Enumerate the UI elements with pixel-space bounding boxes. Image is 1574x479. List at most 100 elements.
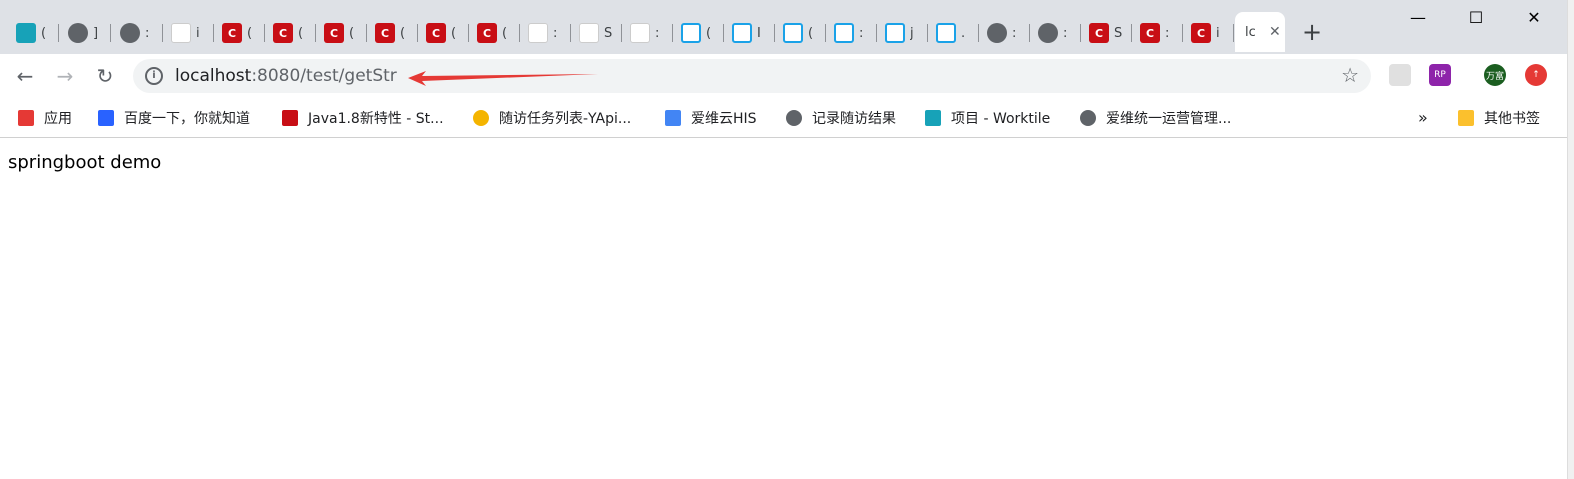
other-bookmarks[interactable]: 其他书签 [1458, 108, 1540, 128]
tab-title: i [196, 25, 200, 41]
bookmark-item[interactable]: 随访任务列表-YApi... [473, 108, 631, 128]
back-button[interactable]: ← [13, 64, 37, 88]
worktile-icon [16, 23, 36, 43]
csdn-icon [1140, 23, 1160, 43]
close-icon[interactable]: ✕ [1269, 24, 1281, 40]
bookmark-star-icon[interactable]: ☆ [1341, 63, 1359, 87]
page-icon [171, 23, 191, 43]
tab-title: lc [1245, 24, 1256, 40]
tab-strip: lc ✕ + — ☐ ✕ (]: i ((((((: S: (I (: j.:: S: i [0, 0, 1574, 54]
bookmark-label: 应用 [44, 111, 72, 127]
info-icon[interactable]: i [145, 67, 163, 85]
csdn-icon [426, 23, 446, 43]
tab-title: : [553, 25, 558, 41]
globe-icon [786, 110, 802, 126]
tab[interactable]: ( [214, 14, 265, 52]
ext-wanfu-icon[interactable]: 万富 [1484, 64, 1506, 86]
tab[interactable]: j [877, 14, 928, 52]
tab[interactable]: : [622, 14, 673, 52]
tab-title: : [859, 25, 864, 41]
maximize-button[interactable]: ☐ [1466, 8, 1486, 27]
csdn-icon [324, 23, 344, 43]
bookmark-item[interactable]: 百度一下，你就知道 [98, 108, 250, 128]
ext-rp-icon[interactable]: RP [1429, 64, 1451, 86]
tab-title: ( [502, 25, 508, 41]
bilibili-icon [885, 23, 905, 43]
tab-title: ( [41, 25, 47, 41]
bilibili-icon [783, 23, 803, 43]
tab[interactable]: S [571, 14, 622, 52]
window-close-button[interactable]: ✕ [1524, 8, 1544, 27]
window-edge [1567, 0, 1574, 479]
tab[interactable]: : [1132, 14, 1183, 52]
tab-title: : [145, 25, 150, 41]
tab[interactable]: ( [673, 14, 724, 52]
csdn-icon [282, 110, 298, 126]
bookmark-label: 记录随访结果 [812, 111, 896, 127]
tab-active[interactable]: lc ✕ [1235, 12, 1285, 52]
tab-title: I [757, 25, 761, 41]
address-bar[interactable]: i localhost:8080/test/getStr ☆ [133, 59, 1371, 93]
tab[interactable]: ( [265, 14, 316, 52]
globe-icon [68, 23, 88, 43]
tab-title: : [1012, 25, 1017, 41]
script-icon [579, 23, 599, 43]
tab-title: : [655, 25, 660, 41]
globe-icon [120, 23, 140, 43]
ext-gray-icon[interactable] [1389, 64, 1411, 86]
tab[interactable]: i [163, 14, 214, 52]
tab[interactable]: ] [60, 14, 111, 52]
reload-button[interactable]: ↻ [93, 64, 117, 88]
forward-button[interactable]: → [53, 64, 77, 88]
csdn-icon [375, 23, 395, 43]
bookmark-item[interactable]: 爱维云HIS [665, 108, 757, 128]
ext-red-icon[interactable]: ↑ [1525, 64, 1547, 86]
url-path: :8080/test/getStr [251, 66, 397, 86]
tab[interactable]: ( [8, 14, 59, 52]
bookmark-label: 爱维统一运营管理... [1106, 111, 1232, 127]
tab[interactable]: ( [316, 14, 367, 52]
tab[interactable]: S [1081, 14, 1132, 52]
globe-icon [1080, 110, 1096, 126]
bookmark-item[interactable]: 项目 - Worktile [925, 108, 1050, 128]
tab-title: ( [247, 25, 253, 41]
bookmark-item[interactable]: 爱维统一运营管理... [1080, 108, 1231, 128]
tab[interactable]: ( [367, 14, 418, 52]
tab[interactable]: : [112, 14, 163, 52]
minimize-button[interactable]: — [1408, 8, 1428, 27]
tab-title: ( [298, 25, 304, 41]
globe-icon [1038, 23, 1058, 43]
folder-icon [1458, 110, 1474, 126]
bookmark-item[interactable]: 应用 [18, 108, 72, 128]
bookmark-item[interactable]: Java1.8新特性 - St... [282, 108, 444, 128]
page-text: springboot demo [8, 152, 162, 173]
csdn-icon [477, 23, 497, 43]
tab-title: ( [451, 25, 457, 41]
tab[interactable]: : [520, 14, 571, 52]
tab[interactable]: ( [775, 14, 826, 52]
bookmarks-more-button[interactable]: » [1418, 108, 1428, 127]
tab[interactable]: : [979, 14, 1030, 52]
tab-title: i [1216, 25, 1220, 41]
tab-title: : [1165, 25, 1170, 41]
tab[interactable]: : [1030, 14, 1081, 52]
csdn-icon [1089, 23, 1109, 43]
tab[interactable]: : [826, 14, 877, 52]
new-tab-button[interactable]: + [1302, 20, 1322, 44]
tab[interactable]: ( [418, 14, 469, 52]
bookmark-item[interactable]: 记录随访结果 [786, 108, 896, 128]
worktile-icon [925, 110, 941, 126]
annotation-arrow-icon [408, 71, 598, 86]
bookmark-label: 随访任务列表-YApi... [499, 111, 632, 127]
url-text[interactable]: localhost:8080/test/getStr [175, 66, 397, 86]
tab[interactable]: ( [469, 14, 520, 52]
tab[interactable]: . [928, 14, 979, 52]
bookmark-label: 项目 - Worktile [951, 111, 1051, 127]
tab-separator [110, 24, 111, 42]
tab-title: ( [808, 25, 814, 41]
tab-title: ( [349, 25, 355, 41]
apps-icon [18, 110, 34, 126]
bookmark-label: Java1.8新特性 - St... [308, 111, 444, 127]
tab[interactable]: i [1183, 14, 1234, 52]
tab[interactable]: I [724, 14, 775, 52]
